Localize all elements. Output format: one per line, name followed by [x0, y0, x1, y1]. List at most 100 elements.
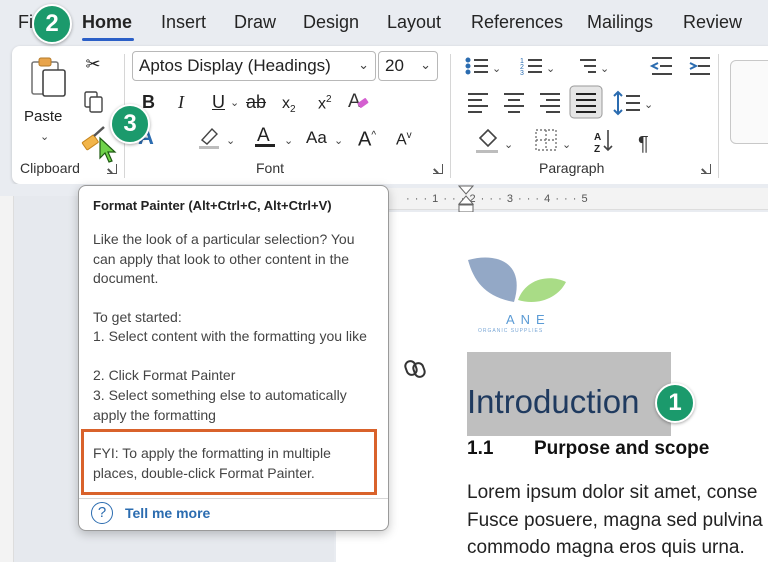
company-logo-leaves-icon: [468, 257, 566, 302]
ribbon-tab-bar: Fi Home Insert Draw Design Layout Refere…: [0, 0, 768, 46]
svg-text:A: A: [348, 91, 361, 112]
font-color-button[interactable]: A: [252, 122, 278, 155]
font-dialog-launcher-icon[interactable]: [433, 164, 443, 174]
tooltip-fyi: FYI: To apply the formatting in multiple…: [93, 445, 331, 481]
svg-text:Z: Z: [594, 144, 600, 155]
line-spacing-icon: [613, 90, 640, 116]
show-formatting-marks-icon: ¶: [638, 133, 649, 155]
paragraph-group-label: Paragraph: [539, 160, 605, 176]
underline-chevron-down-icon[interactable]: ⌄: [230, 96, 239, 109]
svg-text:3: 3: [520, 70, 524, 77]
subscript-button[interactable]: x2: [282, 92, 296, 122]
paragraph-dialog-launcher-icon[interactable]: [701, 164, 711, 174]
cut-button[interactable]: ✂: [80, 52, 106, 76]
logo-text: ANE: [506, 312, 551, 327]
shading-icon: [476, 128, 498, 153]
change-case-chevron-down-icon[interactable]: ⌄: [334, 134, 343, 147]
align-right-icon: [540, 93, 560, 113]
font-group-label: Font: [256, 160, 285, 176]
font-color-icon: A: [255, 125, 275, 147]
tab-file[interactable]: Fi: [18, 12, 33, 33]
tooltip-description: Like the look of a particular selection?…: [93, 231, 355, 286]
tooltip-get-started: To get started:: [93, 309, 182, 325]
tab-mailings[interactable]: Mailings: [587, 12, 653, 33]
align-left-icon: [468, 93, 488, 113]
highlighter-icon: [199, 127, 219, 149]
callout-badge-3: 3: [110, 104, 150, 144]
tab-design[interactable]: Design: [303, 12, 359, 33]
svg-text:⌄: ⌄: [600, 63, 609, 75]
copy-button[interactable]: [82, 90, 106, 119]
highlight-color-button[interactable]: [196, 124, 222, 155]
font-size-value: 20: [385, 56, 404, 75]
tab-layout[interactable]: Layout: [387, 12, 441, 33]
clipboard-dialog-launcher-icon[interactable]: [107, 164, 117, 174]
styles-gallery[interactable]: [730, 60, 768, 144]
font-size-select[interactable]: 20 ⌄: [378, 51, 438, 81]
group-separator: [450, 54, 451, 178]
tell-me-more-link[interactable]: Tell me more: [125, 505, 210, 521]
format-painter-tooltip: Format Painter (Alt+Ctrl+C, Alt+Ctrl+V) …: [78, 185, 389, 531]
tab-review[interactable]: Review: [683, 12, 742, 33]
tab-insert[interactable]: Insert: [161, 12, 206, 33]
change-case-button[interactable]: Aa: [306, 126, 327, 150]
increase-indent-icon: [689, 57, 710, 75]
sort-icon: A Z: [594, 130, 613, 155]
help-question-icon[interactable]: ?: [91, 502, 113, 524]
svg-text:⌄: ⌄: [546, 63, 555, 75]
font-family-select[interactable]: Aptos Display (Headings) ⌄: [132, 51, 376, 81]
tab-home[interactable]: Home: [82, 12, 132, 33]
mouse-pointer-icon: [99, 136, 117, 163]
copilot-icon[interactable]: [402, 356, 428, 382]
indent-marker-icon[interactable]: [456, 184, 476, 214]
font-family-value: Aptos Display (Headings): [139, 56, 331, 75]
tooltip-title: Format Painter (Alt+Ctrl+C, Alt+Ctrl+V): [93, 198, 332, 213]
body-text-line: Fusce posuere, magna sed pulvina: [467, 510, 763, 531]
tooltip-step-3: 3. Select something else to automaticall…: [93, 387, 347, 423]
highlight-chevron-down-icon[interactable]: ⌄: [226, 134, 235, 147]
document-heading[interactable]: Introduction: [467, 383, 639, 421]
multilevel-list-icon: [580, 59, 596, 73]
horizontal-ruler: · · · 1 · · · 2 · · · 3 · · · 4 · · · 5: [336, 188, 768, 210]
bullets-icon: [465, 57, 488, 75]
callout-badge-2: 2: [32, 4, 72, 44]
strikethrough-button[interactable]: ab: [246, 90, 266, 114]
tab-references[interactable]: References: [471, 12, 563, 33]
tooltip-step-2: 2. Click Format Painter: [93, 367, 236, 383]
section-title: Purpose and scope: [534, 438, 710, 459]
paste-chevron-down-icon[interactable]: ⌄: [40, 130, 49, 143]
clear-formatting-button[interactable]: A: [346, 88, 372, 119]
shrink-font-button[interactable]: Av: [396, 124, 412, 152]
svg-text:⌄: ⌄: [492, 63, 501, 75]
numbering-icon: 1 2 3: [520, 58, 542, 77]
decrease-indent-icon: [649, 57, 672, 75]
copy-icon: [84, 91, 103, 113]
body-text-line: commodo magna eros quis urna.: [467, 537, 745, 558]
grow-font-button[interactable]: A^: [358, 124, 376, 152]
borders-icon: [535, 129, 557, 151]
scissors-icon: ✂: [85, 54, 101, 74]
svg-text:⌄: ⌄: [504, 139, 513, 151]
superscript-button[interactable]: x2: [318, 88, 332, 116]
paste-button[interactable]: Paste ⌄: [24, 56, 70, 143]
svg-text:A: A: [594, 132, 601, 143]
tab-draw[interactable]: Draw: [234, 12, 276, 33]
paste-icon: [31, 57, 66, 97]
chevron-down-icon: ⌄: [358, 57, 369, 72]
active-tab-indicator: [82, 38, 134, 41]
vertical-ruler: [0, 196, 14, 562]
italic-button[interactable]: I: [178, 90, 184, 114]
section-number: 1.1: [467, 438, 494, 459]
clear-formatting-icon: A: [348, 91, 369, 112]
chevron-down-icon: ⌄: [420, 57, 431, 72]
font-color-chevron-down-icon[interactable]: ⌄: [284, 134, 293, 147]
body-text-line: Lorem ipsum dolor sit amet, conse: [467, 482, 758, 503]
align-center-icon: [504, 93, 524, 113]
group-separator: [718, 54, 719, 178]
underline-button[interactable]: U: [212, 90, 225, 114]
svg-text:⌄: ⌄: [644, 99, 653, 111]
svg-text:A: A: [257, 125, 270, 146]
tooltip-divider: [79, 498, 388, 499]
tooltip-step-1: 1. Select content with the formatting yo…: [93, 328, 367, 344]
logo-subtext: ORGANIC SUPPLIES: [478, 328, 544, 334]
